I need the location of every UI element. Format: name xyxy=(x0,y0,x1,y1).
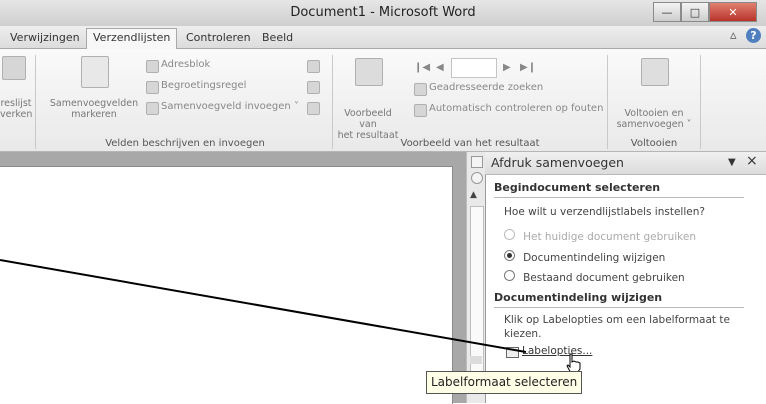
minimize-button[interactable]: — xyxy=(653,2,681,22)
help-icon[interactable]: ? xyxy=(746,28,761,43)
section-divider xyxy=(494,197,744,198)
finish-merge-icon xyxy=(641,58,669,86)
adresblok-button[interactable]: Adresblok xyxy=(161,59,210,70)
group-label-voorbeeld: Voorbeeld van het resultaat xyxy=(400,138,540,149)
samenvoegveld-invoegen-button[interactable]: Samenvoegveld invoegen ˅ xyxy=(161,101,299,112)
document-page[interactable] xyxy=(0,166,453,404)
address-block-icon xyxy=(146,60,159,73)
scroll-up-icon[interactable]: ▲ xyxy=(470,190,477,200)
option-label: Het huidige document gebruiken xyxy=(523,231,696,243)
scroll-split-icon[interactable] xyxy=(470,356,482,364)
next-record-icon[interactable]: ▶ xyxy=(503,62,511,73)
last-record-icon[interactable]: ▶❙ xyxy=(520,62,536,73)
greeting-line-icon xyxy=(146,81,159,94)
radio-button[interactable] xyxy=(504,229,515,240)
option-huidige-document[interactable]: Het huidige document gebruiken xyxy=(504,225,696,244)
ribbon-tab-row: Verwijzingen Verzendlijsten Controleren … xyxy=(0,26,766,50)
option-label: Bestaand document gebruiken xyxy=(523,272,685,284)
begroetingsregel-button[interactable]: Begroetingsregel xyxy=(161,80,246,91)
radio-button[interactable] xyxy=(504,250,515,261)
group-separator xyxy=(35,55,36,149)
scrollbar-thumb[interactable] xyxy=(470,206,484,378)
label-options-icon xyxy=(506,347,519,358)
scroll-marker-icon[interactable] xyxy=(471,172,483,184)
partial-list-label[interactable]: reslijst verken xyxy=(0,98,32,120)
voorbeeld-van-het-resultaat-button[interactable]: Voorbeeld van het resultaat xyxy=(336,108,400,141)
group-separator xyxy=(700,55,701,149)
ruler-toggle-icon[interactable] xyxy=(471,156,483,168)
option-bestaand-document[interactable]: Bestaand document gebruiken xyxy=(504,266,685,285)
tab-controleren[interactable]: Controleren xyxy=(180,30,257,47)
tab-verwijzingen[interactable]: Verwijzingen xyxy=(4,30,86,47)
partial-list-icon xyxy=(2,56,26,80)
first-record-icon[interactable]: ❙◀ xyxy=(414,62,430,73)
voltooien-en-samenvoegen-button[interactable]: Voltooien en samenvoegen ˅ xyxy=(612,108,696,130)
insert-merge-field-icon xyxy=(146,102,159,115)
tooltip: Labelformaat selecteren xyxy=(426,371,583,394)
close-button[interactable]: ✕ xyxy=(709,2,757,22)
group-separator xyxy=(332,55,333,149)
pane-close-icon[interactable]: × xyxy=(746,153,758,169)
automatisch-controleren-button[interactable]: Automatisch controleren op fouten xyxy=(429,103,603,114)
tab-beeld[interactable]: Beeld xyxy=(256,30,299,47)
update-labels-icon[interactable] xyxy=(307,102,320,115)
highlight-fields-icon xyxy=(81,56,109,88)
group-label-voltooien: Voltooien xyxy=(630,138,678,149)
vertical-scrollbar[interactable]: ▲ xyxy=(466,152,485,403)
geadresseerde-zoeken-button[interactable]: Geadresseerde zoeken xyxy=(429,82,543,93)
collapse-ribbon-icon[interactable]: ▵ xyxy=(730,28,737,43)
pane-dropdown-icon[interactable]: ▼ xyxy=(728,157,736,168)
option-label: Documentindeling wijzigen xyxy=(523,252,666,264)
check-errors-icon xyxy=(414,104,427,117)
match-fields-icon[interactable] xyxy=(307,81,320,94)
tab-verzendlijsten[interactable]: Verzendlijsten xyxy=(86,28,178,50)
rules-icon[interactable] xyxy=(307,60,320,73)
preview-results-icon xyxy=(355,58,383,86)
section-begindocument: Begindocument selecteren xyxy=(494,181,661,194)
radio-button[interactable] xyxy=(504,270,515,281)
pane-question: Hoe wilt u verzendlijstlabels instellen? xyxy=(504,206,705,218)
section-divider xyxy=(494,307,744,308)
instruction-line-1: Klik op Labelopties om een labelformaat … xyxy=(504,314,730,326)
previous-record-icon[interactable]: ◀ xyxy=(436,62,444,73)
pane-title: Afdruk samenvoegen xyxy=(491,155,624,170)
instruction-line-2: kiezen. xyxy=(504,328,542,340)
record-number-input[interactable] xyxy=(451,58,497,78)
option-documentindeling[interactable]: Documentindeling wijzigen xyxy=(504,246,665,265)
maximize-button[interactable]: □ xyxy=(681,2,709,22)
group-label-velden: Velden beschrijven en invoegen xyxy=(105,138,265,149)
find-recipient-icon xyxy=(414,83,427,96)
window-title: Document1 - Microsoft Word xyxy=(290,5,476,20)
samenvoegvelden-markeren-button[interactable]: Samenvoegvelden markeren xyxy=(44,98,144,120)
group-separator xyxy=(607,55,608,149)
section-documentindeling: Documentindeling wijzigen xyxy=(494,291,663,304)
